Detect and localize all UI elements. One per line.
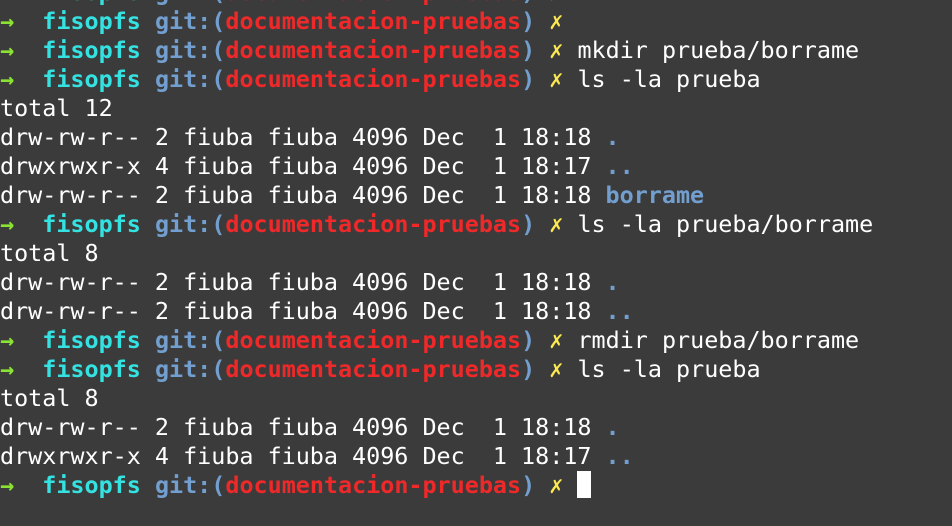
git-label: git:( (154, 36, 226, 64)
git-label-close: ) (521, 355, 536, 383)
git-label-close: ) (521, 0, 535, 6)
prompt-directory: fisopfs (42, 36, 141, 64)
command-text: ls -la prueba (577, 355, 761, 383)
git-branch: documentacion-pruebas (225, 210, 522, 238)
prompt-directory: fisopfs (42, 326, 141, 354)
prompt-line: → fisopfs git:(documentacion-pruebas) ✗ … (0, 326, 873, 355)
git-dirty-icon: ✗ (549, 471, 564, 499)
git-dirty-icon: ✗ (549, 326, 564, 354)
git-branch: documentacion-pruebas (225, 471, 522, 499)
output-line: drw-rw-r-- 2 fiuba fiuba 4096 Dec 1 18:1… (0, 268, 873, 297)
prompt-line: → fisopfs git:(documentacion-pruebas) ✗ … (0, 36, 873, 65)
output-text: drw-rw-r-- 2 fiuba fiuba 4096 Dec 1 18:1… (0, 268, 606, 296)
prompt-line: → fisopfs git:(documentacion-pruebas) ✗ … (0, 355, 873, 384)
prompt-line: → fisopfs git:(documentacion-pruebas) ✗ … (0, 65, 873, 94)
directory-entry-name: borrame (605, 181, 705, 209)
command-text: rmdir prueba/borrame (577, 326, 860, 354)
git-dirty-icon: ✗ (549, 0, 563, 6)
git-label-close: ) (521, 471, 536, 499)
output-text: drwxrwxr-x 4 fiuba fiuba 4096 Dec 1 18:1… (0, 152, 606, 180)
output-line: total 8 (0, 239, 873, 268)
git-label-close: ) (521, 36, 536, 64)
terminal-cursor[interactable] (577, 471, 592, 498)
command-text: ls -la prueba (577, 65, 761, 93)
directory-entry-name: .. (605, 152, 634, 180)
prompt-arrow-icon: → (0, 210, 15, 238)
git-label: git:( (154, 210, 226, 238)
output-line: drw-rw-r-- 2 fiuba fiuba 4096 Dec 1 18:1… (0, 297, 873, 326)
git-label-close: ) (521, 7, 536, 35)
git-branch: documentacion-pruebas (225, 36, 522, 64)
directory-entry-name: . (605, 123, 620, 151)
git-branch: documentacion-pruebas (225, 355, 522, 383)
git-label: git:( (154, 65, 226, 93)
output-line: drw-rw-r-- 2 fiuba fiuba 4096 Dec 1 18:1… (0, 123, 873, 152)
git-dirty-icon: ✗ (549, 355, 564, 383)
output-line: drwxrwxr-x 4 fiuba fiuba 4096 Dec 1 18:1… (0, 152, 873, 181)
prompt-directory: fisopfs (42, 471, 141, 499)
prompt-directory: fisopfs (42, 7, 141, 35)
git-label: git:( (154, 326, 226, 354)
git-dirty-icon: ✗ (549, 7, 564, 35)
output-text: drw-rw-r-- 2 fiuba fiuba 4096 Dec 1 18:1… (0, 181, 606, 209)
directory-entry-name: . (605, 413, 620, 441)
prompt-line: → fisopfs git:(documentacion-pruebas) ✗ … (0, 210, 873, 239)
git-label: git:( (154, 7, 226, 35)
output-text: drw-rw-r-- 2 fiuba fiuba 4096 Dec 1 18:1… (0, 297, 606, 325)
command-text: mkdir prueba/borrame (577, 36, 860, 64)
prompt-arrow-icon: → (0, 7, 15, 35)
prompt-arrow-icon: → (0, 471, 15, 499)
git-branch: documentacion-pruebas (225, 0, 521, 6)
output-line: total 12 (0, 94, 873, 123)
output-line: drwxrwxr-x 4 fiuba fiuba 4096 Dec 1 18:1… (0, 442, 873, 471)
prompt-arrow-icon: → (0, 326, 15, 354)
output-line: drw-rw-r-- 2 fiuba fiuba 4096 Dec 1 18:1… (0, 413, 873, 442)
git-branch: documentacion-pruebas (225, 7, 522, 35)
output-text: total 8 (0, 384, 99, 412)
prompt-line: → fisopfs git:(documentacion-pruebas) ✗ (0, 7, 873, 36)
prompt-directory: fisopfs (42, 65, 141, 93)
output-text: drwxrwxr-x 4 fiuba fiuba 4096 Dec 1 18:1… (0, 442, 606, 470)
prompt-directory: fisopfs (42, 210, 141, 238)
output-line: total 8 (0, 384, 873, 413)
git-dirty-icon: ✗ (549, 36, 564, 64)
prompt-arrow-icon: → (0, 65, 15, 93)
output-text: total 12 (0, 94, 113, 122)
command-text: ls -la prueba/borrame (577, 210, 874, 238)
git-label: git:( (154, 355, 226, 383)
git-label-close: ) (521, 210, 536, 238)
output-line: drw-rw-r-- 2 fiuba fiuba 4096 Dec 1 18:1… (0, 181, 873, 210)
terminal-output[interactable]: → fisopfs git:(documentacion-pruebas) ✗ … (0, 0, 873, 500)
prompt-directory: fisopfs (42, 355, 141, 383)
git-branch: documentacion-pruebas (225, 326, 522, 354)
directory-entry-name: .. (605, 442, 634, 470)
directory-entry-name: . (605, 268, 620, 296)
git-label: git:( (155, 0, 225, 6)
prompt-arrow-icon: → (0, 0, 14, 6)
prompt-line: → fisopfs git:(documentacion-pruebas) ✗ (0, 0, 873, 7)
prompt-arrow-icon: → (0, 355, 15, 383)
prompt-arrow-icon: → (0, 36, 15, 64)
git-label-close: ) (521, 326, 536, 354)
git-dirty-icon: ✗ (549, 65, 564, 93)
prompt-directory: fisopfs (42, 0, 141, 6)
git-label-close: ) (521, 65, 536, 93)
output-text: drw-rw-r-- 2 fiuba fiuba 4096 Dec 1 18:1… (0, 123, 606, 151)
output-text: total 8 (0, 239, 99, 267)
git-dirty-icon: ✗ (549, 210, 564, 238)
git-branch: documentacion-pruebas (225, 65, 522, 93)
prompt-line: → fisopfs git:(documentacion-pruebas) ✗ (0, 471, 873, 500)
directory-entry-name: .. (605, 297, 634, 325)
git-label: git:( (154, 471, 226, 499)
output-text: drw-rw-r-- 2 fiuba fiuba 4096 Dec 1 18:1… (0, 413, 606, 441)
